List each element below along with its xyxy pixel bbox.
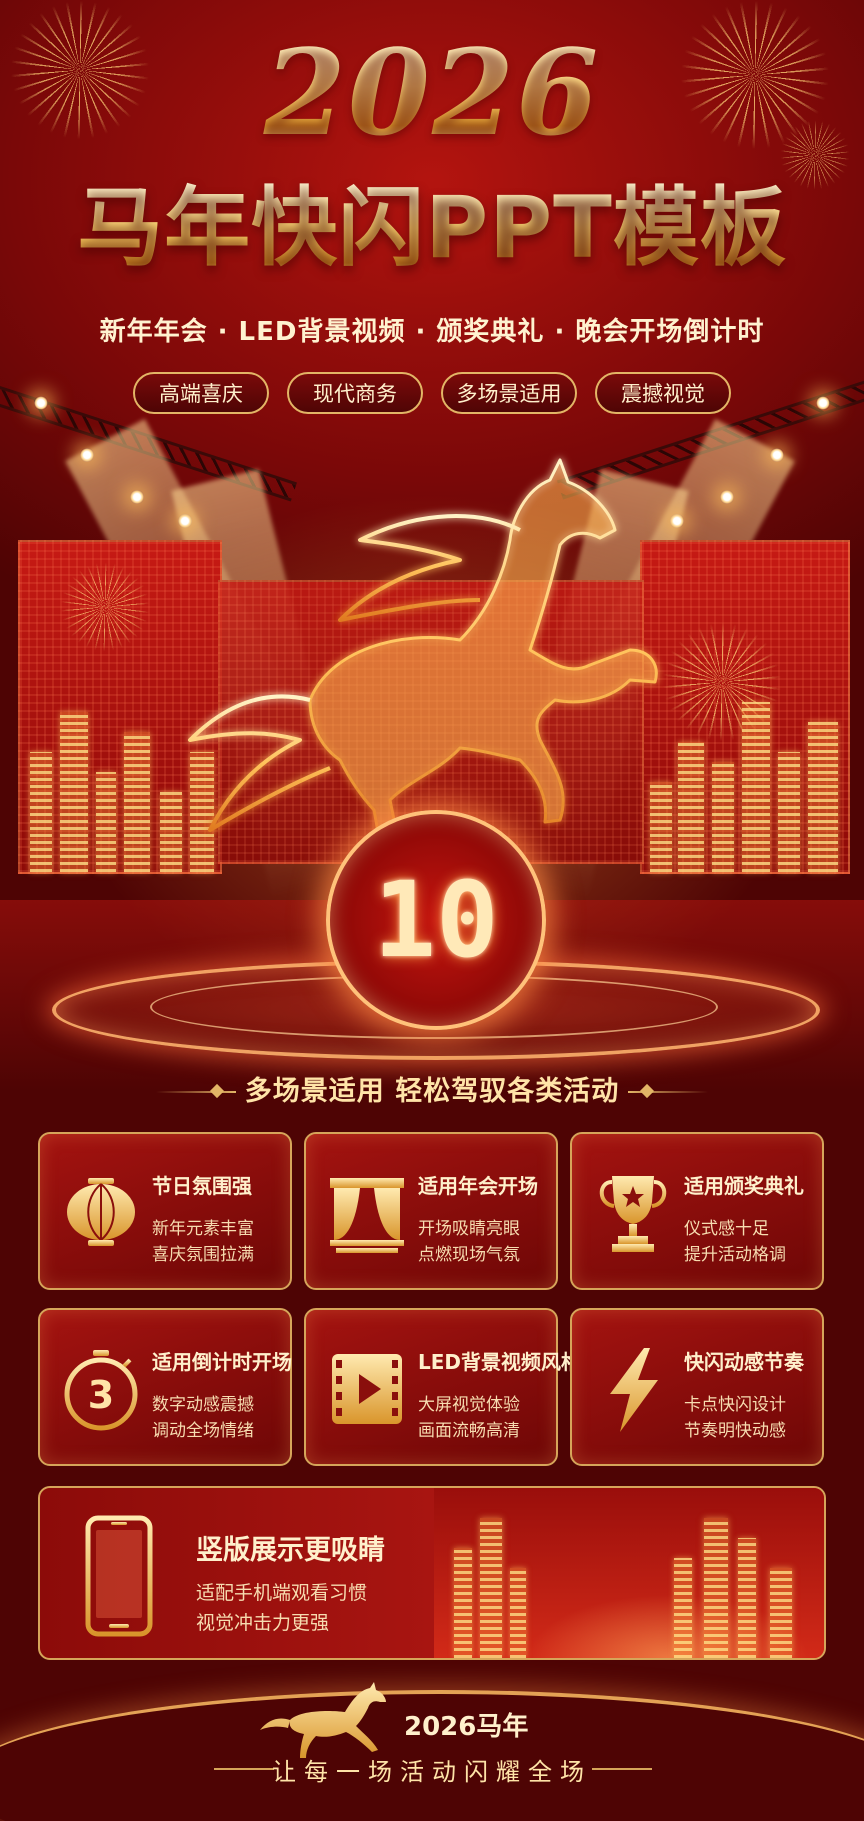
feature-card-award: 适用颁奖典礼 仪式感十足 提升活动格调 [570,1132,824,1290]
spotlight [770,448,784,462]
spotlight [130,490,144,504]
card-text: 喜庆氛围拉满 [152,1245,254,1265]
poster: 2026 马年快闪PPT模板 新年年会 · LED背景视频 · 颁奖典礼 · 晚… [0,0,864,1821]
feature-card-led-video: LED背景视频风格 大屏视觉体验 画面流畅高清 [304,1308,581,1466]
card-text: 数字动感震撼 [152,1395,254,1415]
countdown-circle: 10 [326,810,546,1030]
card-text: 大屏视觉体验 [418,1395,520,1415]
card-text: 点燃现场气氛 [418,1245,520,1265]
card-text: 适配手机端观看习惯 [196,1582,368,1604]
trophy-icon [592,1168,674,1258]
card-title: 竖版展示更吸睛 [196,1535,385,1566]
stage-curtain-icon [326,1168,408,1258]
countdown-timer-icon: 3 [60,1344,142,1434]
card-title: 节日氛围强 [152,1174,252,1198]
headline-year: 2026 [0,28,864,158]
tag-pill: 高端喜庆 [133,372,269,414]
card-title: 适用倒计时开场 [152,1350,292,1374]
lantern-icon [60,1168,142,1258]
card-title: 适用颁奖典礼 [684,1174,804,1198]
section-title-line-right [628,1091,708,1093]
video-play-icon [326,1344,408,1434]
card-text: 视觉冲击力更强 [196,1612,330,1634]
feature-card-festive: 节日氛围强 新年元素丰富 喜庆氛围拉满 [38,1132,292,1290]
spotlight [80,448,94,462]
feature-card-annual-meeting: 适用年会开场 开场吸睛亮眼 点燃现场气氛 [304,1132,558,1290]
timer-digit: 3 [88,1373,114,1417]
footer-slogan: 让每一场活动闪耀全场 [272,1758,592,1786]
card-text: 提升活动格调 [684,1245,786,1265]
card-text: 节奏明快动感 [684,1421,786,1441]
feature-card-countdown: 3 适用倒计时开场 数字动感震撼 调动全场情绪 [38,1308,292,1466]
section-title: 多场景适用 轻松驾驭各类活动 [244,1076,620,1107]
countdown-number: 10 [373,859,499,981]
firework-left-screen [60,562,150,652]
card-text: 新年元素丰富 [152,1219,254,1239]
smartphone-icon [84,1514,154,1638]
mini-city-skyline [434,1508,824,1658]
mini-stage-illustration [434,1488,824,1658]
footer-year: 2026马年 [404,1712,529,1742]
card-text: 开场吸睛亮眼 [418,1219,520,1239]
tag-row: 高端喜庆 现代商务 多场景适用 震撼视觉 [0,372,864,414]
card-text: 画面流畅高清 [418,1421,520,1441]
tag-pill: 震撼视觉 [595,372,731,414]
footer-line-right [592,1768,652,1770]
card-text: 调动全场情绪 [152,1421,254,1441]
tag-pill: 现代商务 [287,372,423,414]
lightning-icon [592,1344,674,1434]
feature-card-flash-rhythm: 快闪动感节奏 卡点快闪设计 节奏明快动感 [570,1308,824,1466]
feature-card-vertical: 竖版展示更吸睛 适配手机端观看习惯 视觉冲击力更强 [38,1486,826,1660]
spotlight [34,396,48,410]
subtitle: 新年年会 · LED背景视频 · 颁奖典礼 · 晚会开场倒计时 [99,317,765,347]
card-title: LED背景视频风格 [418,1350,582,1374]
tag-pill: 多场景适用 [441,372,577,414]
card-text: 卡点快闪设计 [684,1395,786,1415]
running-horse-icon [260,1680,390,1760]
card-title: 适用年会开场 [418,1174,538,1198]
spotlight [816,396,830,410]
card-title: 快闪动感节奏 [684,1350,804,1374]
card-text: 仪式感十足 [684,1219,769,1239]
headline-title: 马年快闪PPT模板 [0,178,864,278]
spotlight [720,490,734,504]
